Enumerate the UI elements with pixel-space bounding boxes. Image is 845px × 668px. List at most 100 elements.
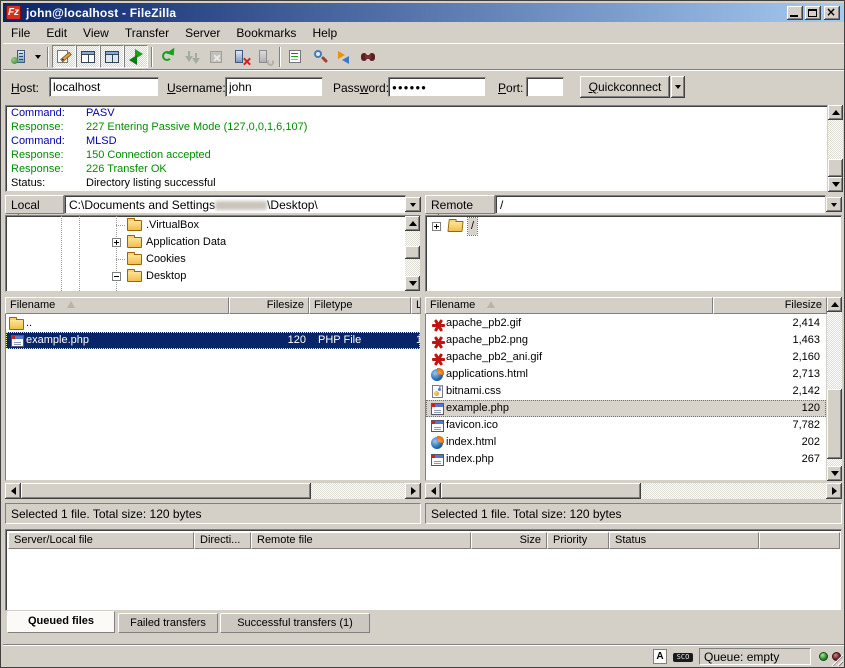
- transfer-queue: Server/Local file Directi... Remote file…: [5, 529, 842, 611]
- queue-column-status[interactable]: Status: [609, 532, 759, 549]
- list-item-index-php[interactable]: index.php267: [426, 451, 826, 468]
- username-label: Username:: [167, 81, 226, 95]
- local-path-combo[interactable]: C:\Documents and Settings\Desktop\: [64, 195, 406, 214]
- open-site-manager-button[interactable]: [7, 45, 31, 68]
- menu-server[interactable]: Server: [177, 24, 228, 42]
- toggle-message-log-button[interactable]: [52, 45, 76, 68]
- menu-help[interactable]: Help: [304, 24, 345, 42]
- list-item-example-php[interactable]: example.php 120 PHP File 1: [6, 332, 420, 349]
- quickconnect-dropdown-button[interactable]: [671, 76, 685, 98]
- local-column-filesize[interactable]: Filesize: [229, 297, 309, 314]
- minimize-icon: [790, 15, 798, 17]
- data-type-indicator-icon[interactable]: A: [653, 649, 667, 664]
- toggle-remote-tree-button[interactable]: [100, 45, 124, 68]
- cancel-operation-button[interactable]: [204, 45, 228, 68]
- find-files-button[interactable]: [356, 45, 380, 68]
- cancel-icon: [208, 49, 225, 65]
- site-manager-dropdown-button[interactable]: [31, 45, 44, 68]
- log-line: Command:MLSD: [6, 134, 827, 148]
- speed-limit-icon[interactable]: SCO: [673, 653, 693, 662]
- local-path-dropdown-button[interactable]: [405, 197, 421, 212]
- list-item-apache-pb2-gif[interactable]: apache_pb2.gif2,414: [426, 315, 826, 332]
- local-site-label: Local site:: [5, 195, 64, 214]
- toolbar: [3, 43, 844, 69]
- queue-column-server-local-file[interactable]: Server/Local file: [8, 532, 194, 549]
- filter-button[interactable]: [284, 45, 308, 68]
- tree-item-cookies[interactable]: Cookies: [6, 251, 404, 268]
- list-item-apache-pb2-png[interactable]: apache_pb2.png1,463: [426, 332, 826, 349]
- remote-scroll-left-button[interactable]: [425, 483, 441, 499]
- list-item-favicon-ico[interactable]: favicon.ico7,782: [426, 417, 826, 434]
- log-scroll-up-button[interactable]: [828, 105, 843, 120]
- menu-edit[interactable]: Edit: [38, 24, 75, 42]
- log-scroll-down-button[interactable]: [828, 177, 843, 192]
- remote-list-scrollbar-thumb[interactable]: [827, 389, 842, 459]
- remote-column-filesize[interactable]: Filesize: [713, 297, 827, 314]
- minimize-button[interactable]: [787, 6, 803, 20]
- local-column-lastmodified[interactable]: L: [411, 297, 421, 314]
- ico-file-icon: [428, 419, 444, 432]
- tree-item-virtualbox[interactable]: .VirtualBox: [6, 217, 404, 234]
- remote-path-combo[interactable]: /: [495, 195, 826, 214]
- toolbar-separator: [279, 47, 281, 67]
- tree-item-application-data[interactable]: Application Data: [6, 234, 404, 251]
- refresh-button[interactable]: [156, 45, 180, 68]
- close-button[interactable]: ×: [824, 6, 840, 20]
- password-input[interactable]: [388, 77, 486, 97]
- remote-list-scroll-up-button[interactable]: [827, 297, 842, 312]
- list-item-index-html[interactable]: index.html202: [426, 434, 826, 451]
- list-item-bitnami-css[interactable]: bitnami.css2,142: [426, 383, 826, 400]
- expand-icon[interactable]: [432, 222, 441, 231]
- queue-column-size[interactable]: Size: [471, 532, 547, 549]
- filezilla-logo-icon[interactable]: Fz: [6, 5, 21, 20]
- menu-view[interactable]: View: [75, 24, 117, 42]
- remote-scroll-right-button[interactable]: [826, 483, 842, 499]
- local-column-filename[interactable]: Filename: [5, 297, 229, 314]
- menu-transfer[interactable]: Transfer: [117, 24, 177, 42]
- local-hscrollbar-thumb[interactable]: [21, 483, 311, 499]
- log-line: Response:150 Connection accepted: [6, 148, 827, 162]
- disconnect-button[interactable]: [228, 45, 252, 68]
- list-item-example-php[interactable]: example.php120: [426, 400, 826, 417]
- tree-item-root[interactable]: /: [426, 218, 839, 235]
- collapse-icon[interactable]: [112, 272, 121, 281]
- local-tree-scrollbar-thumb[interactable]: [405, 246, 420, 259]
- tab-successful-transfers[interactable]: Successful transfers (1): [220, 613, 370, 633]
- list-item-applications-html[interactable]: applications.html2,713: [426, 366, 826, 383]
- menu-bookmarks[interactable]: Bookmarks: [228, 24, 304, 42]
- local-column-filetype[interactable]: Filetype: [309, 297, 411, 314]
- username-input[interactable]: [225, 77, 323, 97]
- log-scrollbar-thumb[interactable]: [828, 159, 843, 177]
- queue-column-direction[interactable]: Directi...: [194, 532, 251, 549]
- local-scroll-left-button[interactable]: [5, 483, 21, 499]
- queue-column-remote-file[interactable]: Remote file: [251, 532, 471, 549]
- menu-file[interactable]: File: [3, 24, 38, 42]
- list-item-apache-pb2-ani-gif[interactable]: apache_pb2_ani.gif2,160: [426, 349, 826, 366]
- maximize-button[interactable]: [805, 6, 821, 20]
- expand-icon[interactable]: [112, 238, 121, 247]
- tree-item-desktop[interactable]: Desktop: [6, 268, 404, 285]
- remote-path-dropdown-button[interactable]: [826, 197, 842, 212]
- synchronized-browsing-button[interactable]: [332, 45, 356, 68]
- local-tree-scroll-down-button[interactable]: [405, 276, 420, 291]
- reconnect-button[interactable]: [252, 45, 276, 68]
- remote-column-filename[interactable]: Filename: [425, 297, 713, 314]
- tab-failed-transfers[interactable]: Failed transfers: [118, 613, 218, 633]
- directory-comparison-button[interactable]: [308, 45, 332, 68]
- local-tree-scroll-up-button[interactable]: [405, 216, 420, 231]
- host-input[interactable]: [49, 77, 159, 97]
- tab-queued-files[interactable]: Queued files: [7, 611, 115, 633]
- firefox-icon: [428, 436, 444, 449]
- chevron-down-icon: [410, 203, 416, 207]
- sort-ascending-icon: [487, 301, 495, 308]
- quickconnect-button[interactable]: Quickconnect: [580, 76, 670, 98]
- port-input[interactable]: [526, 77, 564, 97]
- remote-list-scroll-down-button[interactable]: [827, 466, 842, 481]
- remote-hscrollbar-thumb[interactable]: [441, 483, 641, 499]
- process-queue-button[interactable]: [180, 45, 204, 68]
- toggle-local-tree-button[interactable]: [76, 45, 100, 68]
- toggle-transfer-queue-button[interactable]: [124, 45, 148, 68]
- queue-column-priority[interactable]: Priority: [547, 532, 609, 549]
- list-item-parent-dir[interactable]: ..: [6, 315, 420, 332]
- local-scroll-right-button[interactable]: [405, 483, 421, 499]
